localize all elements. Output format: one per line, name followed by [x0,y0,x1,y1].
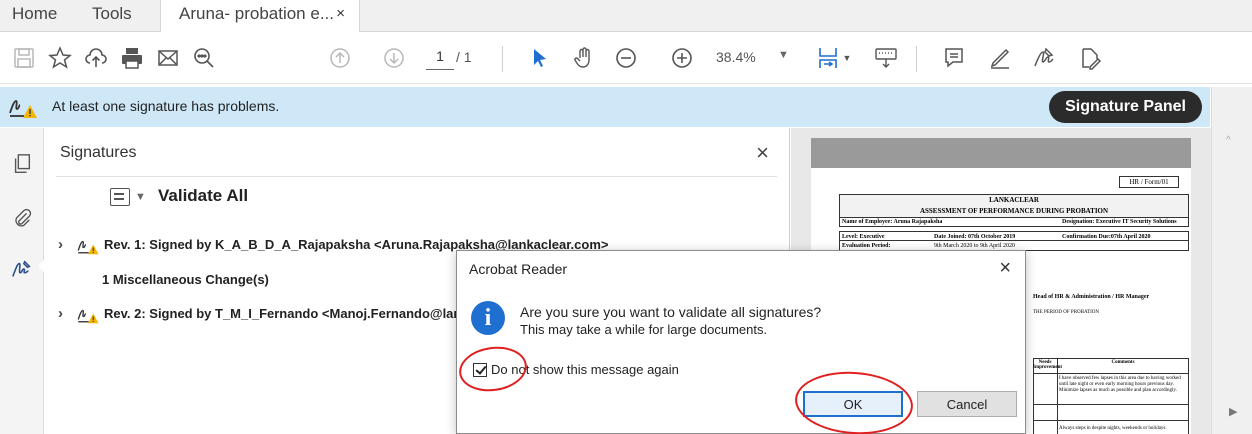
level-row: Level: Executive Date Joined: 07th Octob… [839,231,1189,241]
info-icon: i [471,301,505,335]
pages-icon[interactable] [8,150,36,178]
scroll-right-icon[interactable]: ▶ [1229,405,1237,418]
revision-2-label: Rev. 2: Signed by T_M_I_Fernando <Manoj.… [104,306,458,321]
panel-divider [56,176,777,177]
vertical-scrollbar[interactable]: ^ ▶ [1211,87,1252,434]
toolbar-separator [916,46,917,72]
dont-show-checkbox[interactable] [473,363,487,377]
document-top-margin [811,138,1191,168]
table-line [1188,358,1189,434]
email-icon[interactable] [154,44,182,72]
options-dropdown-icon[interactable]: ▼ [135,191,146,203]
signature-warning-icon [77,309,99,323]
tab-home[interactable]: Home [12,0,57,32]
print-icon[interactable] [118,44,146,72]
hr-signature-line: Head of HR & Administration / HR Manager [1033,294,1150,300]
dont-show-label[interactable]: Do not show this message again [491,362,679,377]
signature-info-bar: At least one signature has problems. Sig… [0,87,1210,127]
page-up-icon[interactable] [326,44,354,72]
fit-page-icon[interactable] [814,44,842,72]
toolbar: 1 / 1 38.4% ▼ ▼ [0,32,1252,84]
revision-2-row[interactable]: › Rev. 2: Signed by T_M_I_Fernando <Manoj… [58,305,458,324]
zoom-level[interactable]: 38.4% [716,49,756,65]
validate-all-button[interactable]: Validate All [158,186,248,206]
toolbar-separator [502,46,503,72]
tab-bar: Home Tools Aruna- probation e... × [0,0,1252,33]
cancel-button[interactable]: Cancel [917,391,1017,417]
confirm-dialog: Acrobat Reader × i Are you sure you want… [456,250,1026,434]
form-header: LANKACLEAR ASSESSMENT OF PERFORMANCE DUR… [839,194,1189,218]
options-list-icon[interactable] [110,188,130,206]
tab-document[interactable]: Aruna- probation e... × [160,0,360,33]
zoom-search-icon[interactable] [190,44,218,72]
tab-close-icon[interactable]: × [336,0,345,28]
acrobat-window: Home Tools Aruna- probation e... × 1 / 1… [0,0,1252,434]
employee-name: Name of Employee: Aruna Rajapaksha [842,219,943,225]
select-arrow-icon[interactable] [526,44,554,72]
dialog-title: Acrobat Reader [469,261,568,277]
signature-icon[interactable] [8,256,36,284]
zoom-out-icon[interactable] [612,44,640,72]
probation-period-text: THE PERIOD OF PROBATION [1033,310,1099,315]
save-icon[interactable] [10,44,38,72]
tab-document-label: Aruna- probation e... [179,4,334,23]
bookmark-star-icon[interactable] [46,44,74,72]
table-line [1033,420,1189,421]
table-line [1033,404,1189,405]
zoom-dropdown-icon[interactable]: ▼ [778,49,789,61]
page-number-input[interactable]: 1 [426,48,454,70]
employee-row: Name of Employee: Aruna Rajapaksha Desig… [839,217,1189,227]
designation: Designation: Executive IT Security Solut… [1062,219,1177,225]
comment-2: Always steps in despite nights, weekends… [1059,426,1167,431]
comments-header: Comments [1111,360,1135,365]
highlight-pen-icon[interactable] [986,44,1014,72]
table-line [1033,373,1189,374]
expand-chevron-icon[interactable]: › [58,236,72,253]
dialog-message-line2: This may take a while for large document… [520,322,768,337]
signature-warning-icon [9,100,37,118]
dialog-message-line1: Are you sure you want to validate all si… [520,304,822,320]
signature-warning-icon [77,240,99,254]
dialog-close-icon[interactable]: × [999,257,1011,280]
page-down-icon[interactable] [380,44,408,72]
scroll-up-icon[interactable]: ^ [1226,135,1231,146]
left-rail [0,128,44,434]
form-number: HR / Form/01 [1119,176,1179,188]
panel-close-icon[interactable]: × [756,140,769,166]
fit-dropdown-icon[interactable]: ▼ [840,44,854,72]
comment-1: I have observed few lapses in this area … [1059,376,1181,393]
ok-button[interactable]: OK [803,391,903,417]
misc-change-item[interactable]: 1 Miscellaneous Change(s) [102,272,269,287]
fill-sign-icon[interactable] [1076,44,1104,72]
signature-panel-button[interactable]: Signature Panel [1049,91,1202,123]
org-name: LANKACLEAR [989,196,1039,204]
form-title: ASSESSMENT OF PERFORMANCE DURING PROBATI… [919,207,1109,215]
signature-message: At least one signature has problems. [52,98,280,114]
panel-title: Signatures [60,144,137,161]
comment-icon[interactable] [940,44,968,72]
hand-icon[interactable] [570,44,598,72]
needs-improvement-header: Needs Improvement [1033,360,1063,370]
zoom-in-icon[interactable] [668,44,696,72]
attachment-icon[interactable] [8,204,36,232]
upload-cloud-icon[interactable] [82,44,110,72]
keyboard-icon[interactable] [872,44,900,72]
sign-icon[interactable] [1030,44,1058,72]
tab-tools[interactable]: Tools [92,0,132,32]
page-total: / 1 [456,49,472,65]
expand-chevron-icon[interactable]: › [58,305,72,322]
